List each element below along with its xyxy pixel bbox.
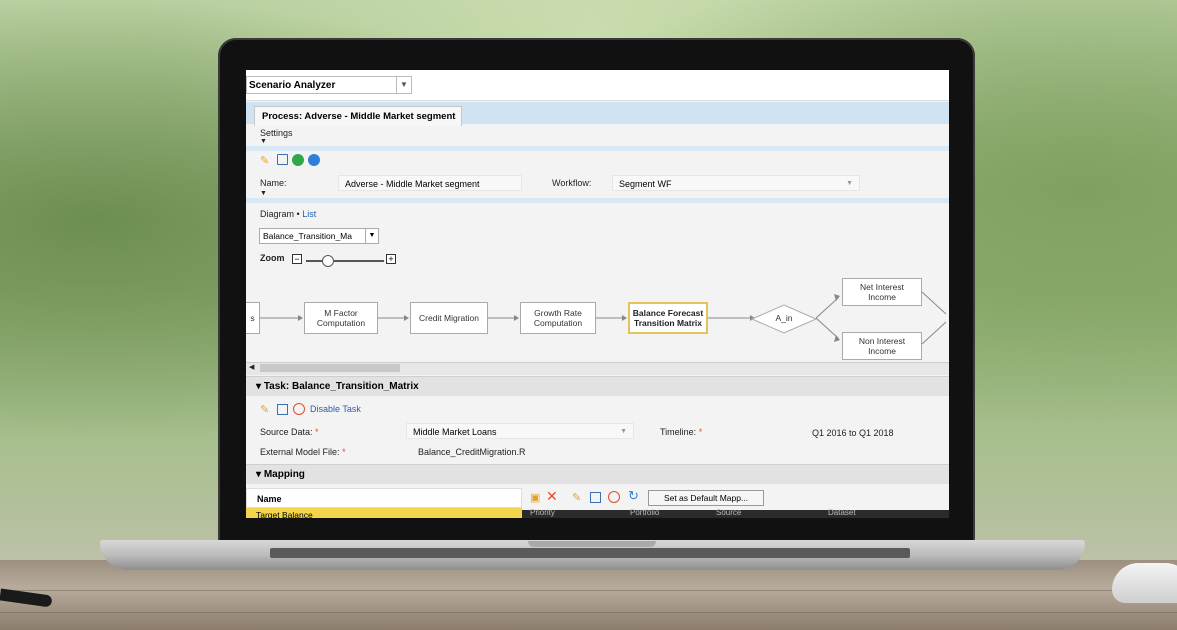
chevron-down-icon: ▼ — [620, 428, 627, 435]
settings-label: Settings — [260, 128, 293, 138]
external-model-label: External Model File: * — [260, 447, 346, 457]
name-value: Adverse - Middle Market segment — [345, 179, 480, 189]
chevron-down-icon: ▼ — [396, 77, 411, 93]
mapping-section-header[interactable]: ▾ Mapping — [246, 464, 949, 484]
tab-process-label: Process: Adverse - Middle Market segment — [262, 111, 456, 122]
app-selector[interactable]: Scenario Analyzer ▼ — [246, 76, 412, 94]
source-data-select[interactable]: Middle Market Loans ▼ — [406, 423, 634, 439]
chevron-down-icon: ▾ — [256, 381, 264, 392]
diagram-node[interactable]: Net Interest Income — [842, 278, 922, 306]
view-diagram-label: Diagram — [260, 209, 295, 219]
diagram-node-selected[interactable]: Balance Forecast Transition Matrix — [628, 302, 708, 334]
mapping-title: Mapping — [263, 469, 305, 480]
set-default-mapping-button[interactable]: Set as Default Mapp... — [648, 490, 764, 506]
table-plank-line — [0, 590, 1177, 591]
disable-icon[interactable] — [293, 403, 305, 415]
diagram-node[interactable]: s — [246, 302, 260, 334]
workflow-select[interactable]: Segment WF ▼ — [612, 175, 860, 191]
task-title: Task: Balance_Transition_Matrix — [263, 381, 419, 392]
save-icon[interactable] — [590, 492, 601, 503]
workflow-value: Segment WF — [619, 179, 672, 189]
task-selector[interactable]: Balance_Transition_Ma ▼ — [259, 228, 379, 244]
mapping-name-column-header: Name — [246, 488, 522, 508]
run-icon[interactable] — [292, 154, 304, 166]
disable-task-link[interactable]: Disable Task — [310, 404, 361, 414]
name-field[interactable]: Adverse - Middle Market segment — [338, 175, 522, 191]
required-marker: * — [315, 427, 319, 437]
tab-process[interactable]: Process: Adverse - Middle Market segment — [254, 106, 462, 126]
zoom-label: Zoom — [260, 253, 285, 263]
column-header[interactable]: Source — [716, 508, 741, 517]
zoom-in-icon[interactable]: + — [386, 254, 396, 264]
zoom-slider-handle[interactable] — [322, 255, 334, 267]
column-header[interactable]: Dataset — [828, 508, 856, 517]
view-diagram[interactable]: Diagram • List — [260, 209, 316, 219]
task-selector-value: Balance_Transition_Ma — [263, 231, 352, 241]
diagram-node[interactable]: Non Interest Income — [842, 332, 922, 360]
required-marker: * — [698, 427, 703, 437]
diagram-node[interactable]: Growth Rate Computation — [520, 302, 596, 334]
section-separator — [246, 198, 949, 203]
check-icon[interactable] — [308, 154, 320, 166]
source-data-label: Source Data: * — [260, 427, 319, 437]
diagram-node-decision[interactable]: A_in — [762, 310, 806, 326]
workflow-label: Workflow: — [552, 178, 592, 188]
laptop-notch — [528, 541, 656, 547]
timeline-label: Timeline: * — [660, 427, 703, 437]
external-model-value[interactable]: Balance_CreditMigration.R — [418, 447, 526, 457]
required-marker: * — [342, 447, 346, 457]
edit-icon[interactable]: ✎ — [572, 492, 581, 504]
save-icon[interactable] — [277, 154, 288, 165]
disable-icon[interactable] — [608, 491, 620, 503]
table-row[interactable]: Target Balance — [246, 508, 522, 518]
collapse-arrow-icon[interactable]: ▼ — [260, 138, 267, 145]
edit-icon[interactable]: ✎ — [260, 404, 269, 416]
app-selector-label: Scenario Analyzer — [249, 80, 336, 91]
diagram-node[interactable]: Credit Migration — [410, 302, 488, 334]
edit-icon[interactable]: ✎ — [260, 155, 269, 167]
chevron-down-icon: ▾ — [256, 469, 264, 480]
scroll-left-icon[interactable]: ◀ — [249, 363, 254, 371]
zoom-out-icon[interactable]: − — [292, 254, 302, 264]
source-data-value: Middle Market Loans — [413, 427, 497, 437]
timeline-value: Q1 2016 to Q1 2018 — [812, 428, 894, 438]
chevron-down-icon: ▼ — [365, 229, 378, 243]
wooden-table — [0, 560, 1177, 630]
task-section-header[interactable]: ▾ Task: Balance_Transition_Matrix — [246, 376, 949, 396]
chevron-down-icon: ▼ — [846, 180, 853, 187]
refresh-icon[interactable]: ↻ — [628, 489, 639, 502]
mouse — [1112, 563, 1177, 603]
view-list-link[interactable]: List — [302, 209, 316, 219]
name-label: Name: — [260, 178, 287, 188]
column-header[interactable]: Portfolio — [630, 508, 659, 517]
delete-icon[interactable]: ✕ — [546, 489, 558, 503]
column-header[interactable]: Priority — [530, 508, 555, 517]
diagram-node[interactable]: M Factor Computation — [304, 302, 378, 334]
laptop-screen: Scenario Analyzer ▼ Process: Adverse - M… — [246, 70, 949, 518]
collapse-arrow-icon[interactable]: ▼ — [260, 190, 267, 197]
diagram-scrollbar-thumb[interactable] — [260, 364, 400, 372]
table-plank-line — [0, 612, 1177, 613]
keyboard-slot — [270, 548, 910, 558]
section-separator — [246, 146, 949, 151]
save-icon[interactable] — [277, 404, 288, 415]
zoom-slider-track[interactable] — [306, 260, 384, 262]
view-bullet: • — [296, 209, 300, 219]
new-icon[interactable]: ▣ — [530, 492, 540, 504]
